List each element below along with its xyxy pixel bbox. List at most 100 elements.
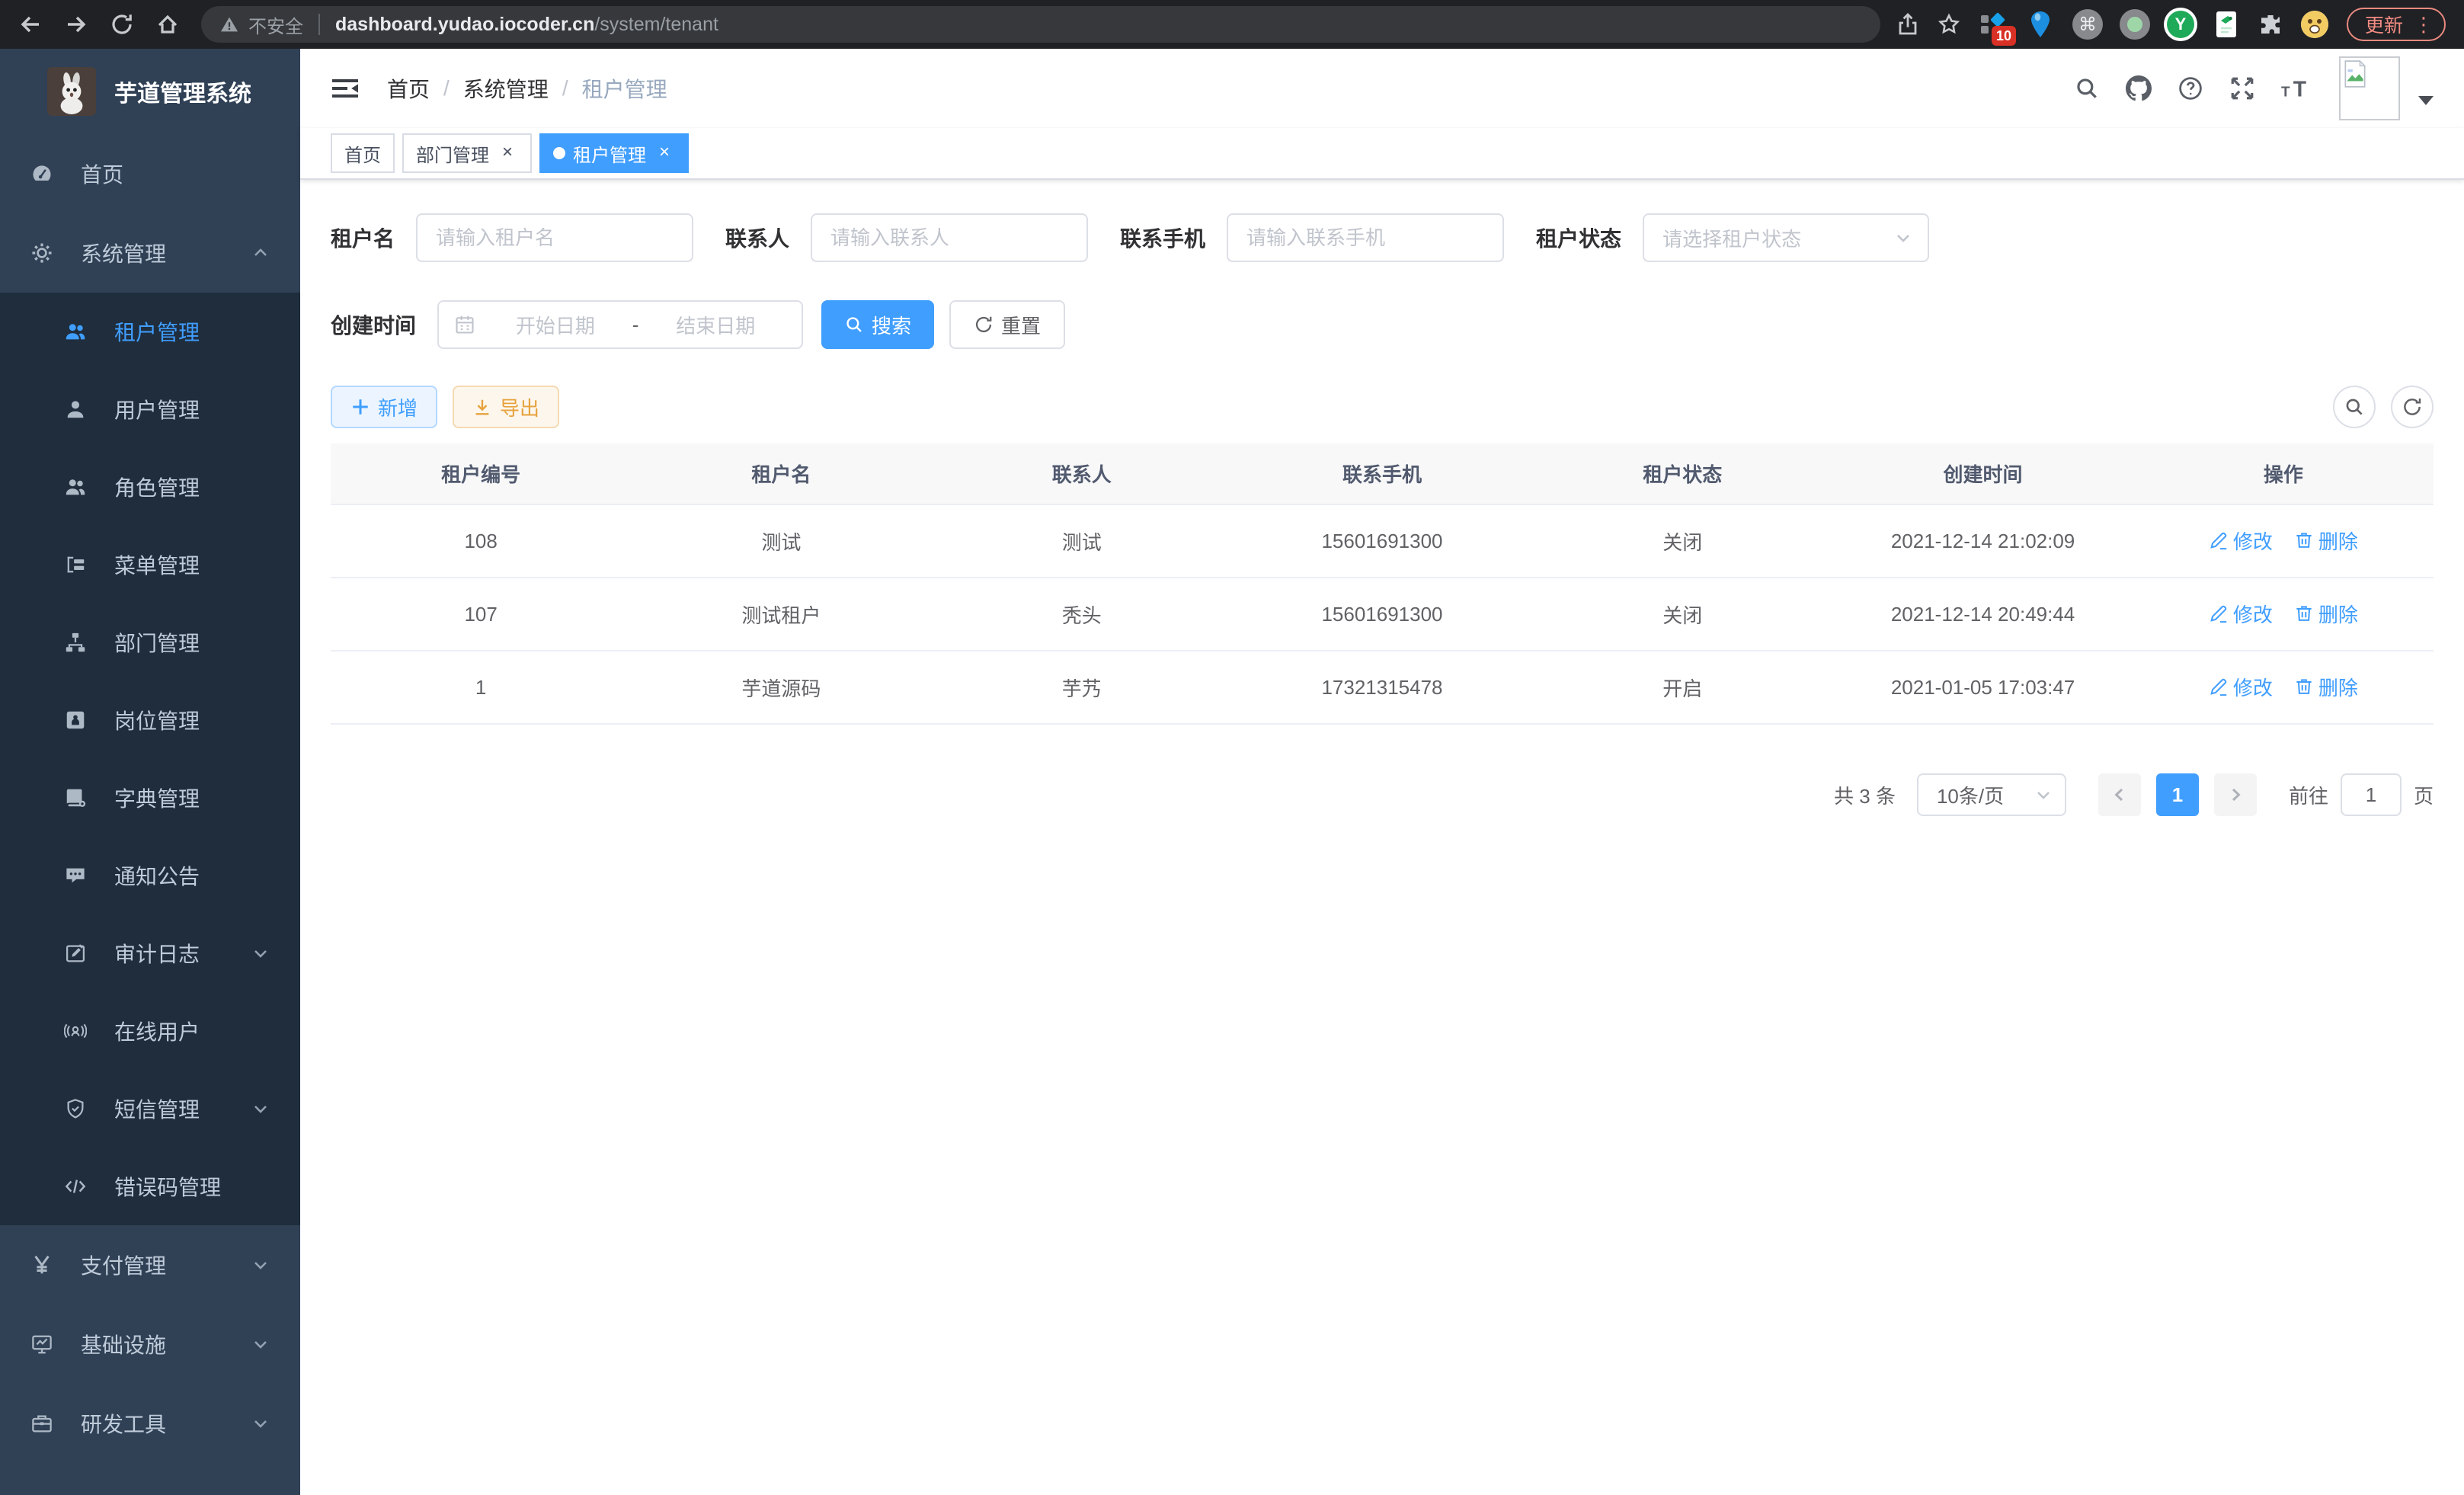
extension-grid-diamond-icon[interactable]: 10 <box>1978 9 2008 40</box>
cell-id: 107 <box>331 578 631 651</box>
bookmark-star-icon[interactable] <box>1937 12 1961 37</box>
search-button[interactable]: 搜索 <box>821 300 934 349</box>
extension-balloon-icon[interactable] <box>2025 9 2056 40</box>
edit-button[interactable]: 修改 <box>2209 673 2273 701</box>
sidebar-item-role[interactable]: 角色管理 <box>0 448 300 526</box>
update-button[interactable]: 更新 ⋮ <box>2347 8 2446 41</box>
breadcrumb-system[interactable]: 系统管理 <box>463 73 549 104</box>
close-icon[interactable]: × <box>497 142 518 164</box>
home-icon[interactable] <box>155 12 180 37</box>
sidebar-item-infra[interactable]: 基础设施 <box>0 1305 300 1384</box>
browser-toolbar: 不安全 dashboard.yudao.iocoder.cn/system/te… <box>0 0 2464 49</box>
extension-command-icon[interactable]: ⌘ <box>2072 9 2103 40</box>
page-size-select[interactable]: 10条/页 <box>1917 773 2066 816</box>
sidebar-item-label: 审计日志 <box>114 938 200 968</box>
reset-button[interactable]: 重置 <box>949 300 1065 349</box>
avatar[interactable] <box>2339 56 2400 120</box>
sidebar-item-devtool[interactable]: 研发工具 <box>0 1384 300 1463</box>
forward-icon[interactable] <box>64 12 88 37</box>
breadcrumb: 首页 / 系统管理 / 租户管理 <box>387 73 667 104</box>
table-tools <box>2333 386 2434 428</box>
chevron-down-icon <box>251 1256 270 1274</box>
edit-button[interactable]: 修改 <box>2209 527 2273 555</box>
mobile-input[interactable] <box>1227 213 1504 262</box>
sidebar-item-dept[interactable]: 部门管理 <box>0 603 300 681</box>
address-bar[interactable]: 不安全 dashboard.yudao.iocoder.cn/system/te… <box>201 6 1880 43</box>
cell-mobile: 15601691300 <box>1232 578 1532 651</box>
page-unit-label: 页 <box>2414 781 2434 809</box>
font-size-icon[interactable]: TT <box>2281 75 2313 101</box>
chevron-down-icon <box>1894 229 1912 247</box>
sidebar: 芋道管理系统 首页系统管理租户管理用户管理角色管理菜单管理部门管理岗位管理字典管… <box>0 49 300 1495</box>
table-header-row: 租户编号租户名联系人联系手机租户状态创建时间操作 <box>331 443 2434 504</box>
notice-message-icon <box>64 864 87 887</box>
navbar-actions: TT <box>2074 56 2434 120</box>
kebab-menu-icon[interactable]: ⋮ <box>2414 14 2434 34</box>
extension-y-icon[interactable]: Y <box>2167 11 2194 38</box>
goto-page-input[interactable] <box>2341 773 2402 816</box>
table-row: 1芋道源码芋艿17321315478开启2021-01-05 17:03:47修… <box>331 651 2434 724</box>
sidebar-item-notice[interactable]: 通知公告 <box>0 837 300 914</box>
cell-actions: 修改删除 <box>2133 504 2434 578</box>
cell-contact: 秃头 <box>932 578 1232 651</box>
tab-dept[interactable]: 部门管理× <box>402 133 532 173</box>
cell-mobile: 15601691300 <box>1232 504 1532 578</box>
delete-button[interactable]: 删除 <box>2294 600 2358 628</box>
extension-record-icon[interactable] <box>2120 9 2150 40</box>
contact-input[interactable] <box>811 213 1088 262</box>
sidebar-item-system[interactable]: 系统管理 <box>0 213 300 293</box>
sidebar-item-menu[interactable]: 菜单管理 <box>0 526 300 603</box>
sidebar-item-label: 用户管理 <box>114 394 200 424</box>
breadcrumb-home[interactable]: 首页 <box>387 73 430 104</box>
github-icon[interactable] <box>2126 75 2152 101</box>
profile-avatar-icon[interactable] <box>2299 9 2330 40</box>
back-icon[interactable] <box>18 12 43 37</box>
close-icon[interactable]: × <box>654 142 675 164</box>
share-icon[interactable] <box>1896 12 1920 37</box>
dashboard-icon <box>30 162 53 185</box>
edit-button[interactable]: 修改 <box>2209 600 2273 628</box>
sidebar-item-pay[interactable]: 支付管理 <box>0 1225 300 1305</box>
refresh-table-button[interactable] <box>2391 386 2434 428</box>
security-label[interactable]: 不安全 <box>248 11 303 38</box>
tab-home[interactable]: 首页 <box>331 133 395 173</box>
status-select[interactable]: 请选择租户状态 <box>1643 213 1929 262</box>
tab-tenant[interactable]: 租户管理 × <box>539 133 689 173</box>
sidebar-item-tenant[interactable]: 租户管理 <box>0 293 300 370</box>
delete-button[interactable]: 删除 <box>2294 673 2358 701</box>
chevron-down-icon <box>251 1335 270 1353</box>
export-button[interactable]: 导出 <box>453 386 559 428</box>
help-icon[interactable] <box>2178 75 2203 101</box>
search-icon[interactable] <box>2074 75 2100 101</box>
delete-button[interactable]: 删除 <box>2294 527 2358 555</box>
extension-doc-icon[interactable] <box>2211 9 2242 40</box>
extensions-puzzle-icon[interactable] <box>2258 12 2283 37</box>
sidebar-item-dict[interactable]: 字典管理 <box>0 759 300 837</box>
sidebar-item-sms[interactable]: 短信管理 <box>0 1070 300 1148</box>
add-button[interactable]: 新增 <box>331 386 437 428</box>
goto-label: 前往 <box>2289 781 2328 809</box>
sidebar-item-post[interactable]: 岗位管理 <box>0 681 300 759</box>
fullscreen-icon[interactable] <box>2229 75 2255 101</box>
sidebar-item-online[interactable]: 在线用户 <box>0 992 300 1070</box>
page-size-value: 10条/页 <box>1937 781 2004 809</box>
tenant-name-input[interactable] <box>416 213 693 262</box>
tab-label: 首页 <box>344 140 381 167</box>
reload-icon[interactable] <box>110 12 134 37</box>
chevron-down-icon <box>251 1414 270 1433</box>
caret-down-icon[interactable] <box>2418 96 2434 105</box>
sidebar-item-audit[interactable]: 审计日志 <box>0 914 300 992</box>
page-1-button[interactable]: 1 <box>2156 773 2199 816</box>
sidebar-item-user[interactable]: 用户管理 <box>0 370 300 448</box>
sidebar-item-errcode[interactable]: 错误码管理 <box>0 1148 300 1225</box>
toggle-search-button[interactable] <box>2333 386 2376 428</box>
prev-page-button[interactable] <box>2098 773 2141 816</box>
app-logo[interactable]: 芋道管理系统 <box>0 49 300 134</box>
created-date-range[interactable]: 开始日期 - 结束日期 <box>437 300 803 349</box>
tab-label: 租户管理 <box>573 140 646 167</box>
plus-icon <box>350 397 370 417</box>
navbar: 首页 / 系统管理 / 租户管理 TT <box>300 49 2464 128</box>
sidebar-item-home[interactable]: 首页 <box>0 134 300 213</box>
hamburger-icon[interactable] <box>331 75 360 101</box>
next-page-button[interactable] <box>2214 773 2257 816</box>
